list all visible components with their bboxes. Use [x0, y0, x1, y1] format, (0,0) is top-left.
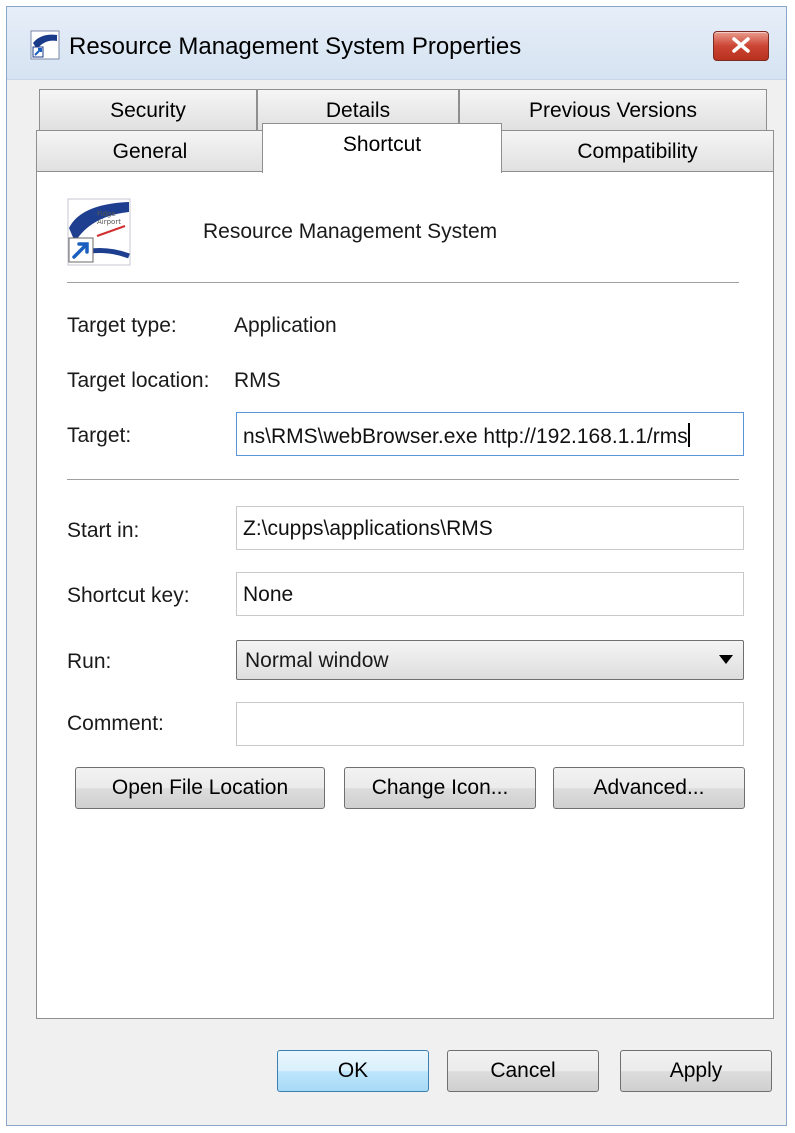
svg-text:Fidge: Fidge [97, 210, 116, 218]
cancel-label: Cancel [490, 1059, 556, 1082]
properties-dialog: Resource Management System Properties Se… [6, 6, 787, 1126]
chevron-down-icon [719, 655, 733, 664]
text-caret [687, 423, 690, 447]
target-location-label: Target location: [67, 369, 210, 392]
tab-shortcut-label: Shortcut [342, 133, 422, 156]
tab-shortcut[interactable]: Shortcut [262, 123, 502, 173]
divider-middle [67, 479, 739, 480]
target-label: Target: [67, 424, 132, 447]
close-icon [732, 37, 750, 53]
shortcut-key-label: Shortcut key: [67, 584, 190, 607]
app-shortcut-icon [29, 29, 61, 61]
shortcut-panel: Fidge Airport Resource Management System… [36, 171, 774, 1019]
cancel-button[interactable]: Cancel [447, 1050, 599, 1092]
comment-field[interactable] [236, 702, 744, 746]
target-location-value: RMS [234, 369, 281, 392]
target-field[interactable]: ns\RMS\webBrowser.exe http://192.168.1.1… [236, 412, 744, 456]
close-button[interactable] [713, 31, 769, 61]
start-in-label: Start in: [67, 519, 140, 542]
advanced-button[interactable]: Advanced... [553, 767, 745, 809]
comment-label: Comment: [67, 712, 164, 735]
target-type-label: Target type: [67, 314, 177, 337]
divider-top [67, 282, 739, 283]
advanced-label: Advanced... [593, 776, 705, 799]
tab-general-label: General [112, 140, 188, 163]
tab-general[interactable]: General [36, 130, 264, 172]
window-title: Resource Management System Properties [69, 33, 522, 60]
run-label: Run: [67, 650, 112, 673]
tab-compatibility-label: Compatibility [577, 140, 698, 163]
apply-label: Apply [669, 1059, 723, 1082]
open-file-location-button[interactable]: Open File Location [75, 767, 325, 809]
open-file-location-label: Open File Location [111, 776, 289, 799]
fidge-airport-shortcut-icon: Fidge Airport [67, 198, 131, 266]
title-bar[interactable]: Resource Management System Properties [7, 7, 786, 80]
apply-button[interactable]: Apply [620, 1050, 772, 1092]
shortcut-key-field[interactable]: None [236, 572, 744, 616]
tab-previous-versions[interactable]: Previous Versions [459, 89, 767, 131]
ok-label: OK [337, 1059, 369, 1082]
tab-security[interactable]: Security [39, 89, 257, 131]
shortcut-name: Resource Management System [203, 220, 498, 243]
change-icon-label: Change Icon... [371, 776, 509, 799]
shortcut-key-value: None [243, 583, 294, 606]
start-in-field[interactable]: Z:\cupps\applications\RMS [236, 506, 744, 550]
tab-compatibility[interactable]: Compatibility [501, 130, 774, 172]
svg-text:Airport: Airport [97, 218, 121, 226]
tab-details-label: Details [325, 99, 391, 122]
change-icon-button[interactable]: Change Icon... [344, 767, 536, 809]
run-value: Normal window [245, 649, 389, 672]
ok-button[interactable]: OK [277, 1050, 429, 1092]
start-in-value: Z:\cupps\applications\RMS [243, 517, 493, 540]
target-value: ns\RMS\webBrowser.exe http://192.168.1.1… [243, 425, 688, 448]
run-select[interactable]: Normal window [236, 640, 744, 680]
target-type-value: Application [234, 314, 337, 337]
tab-previous-versions-label: Previous Versions [528, 99, 698, 122]
tab-security-label: Security [110, 99, 186, 122]
